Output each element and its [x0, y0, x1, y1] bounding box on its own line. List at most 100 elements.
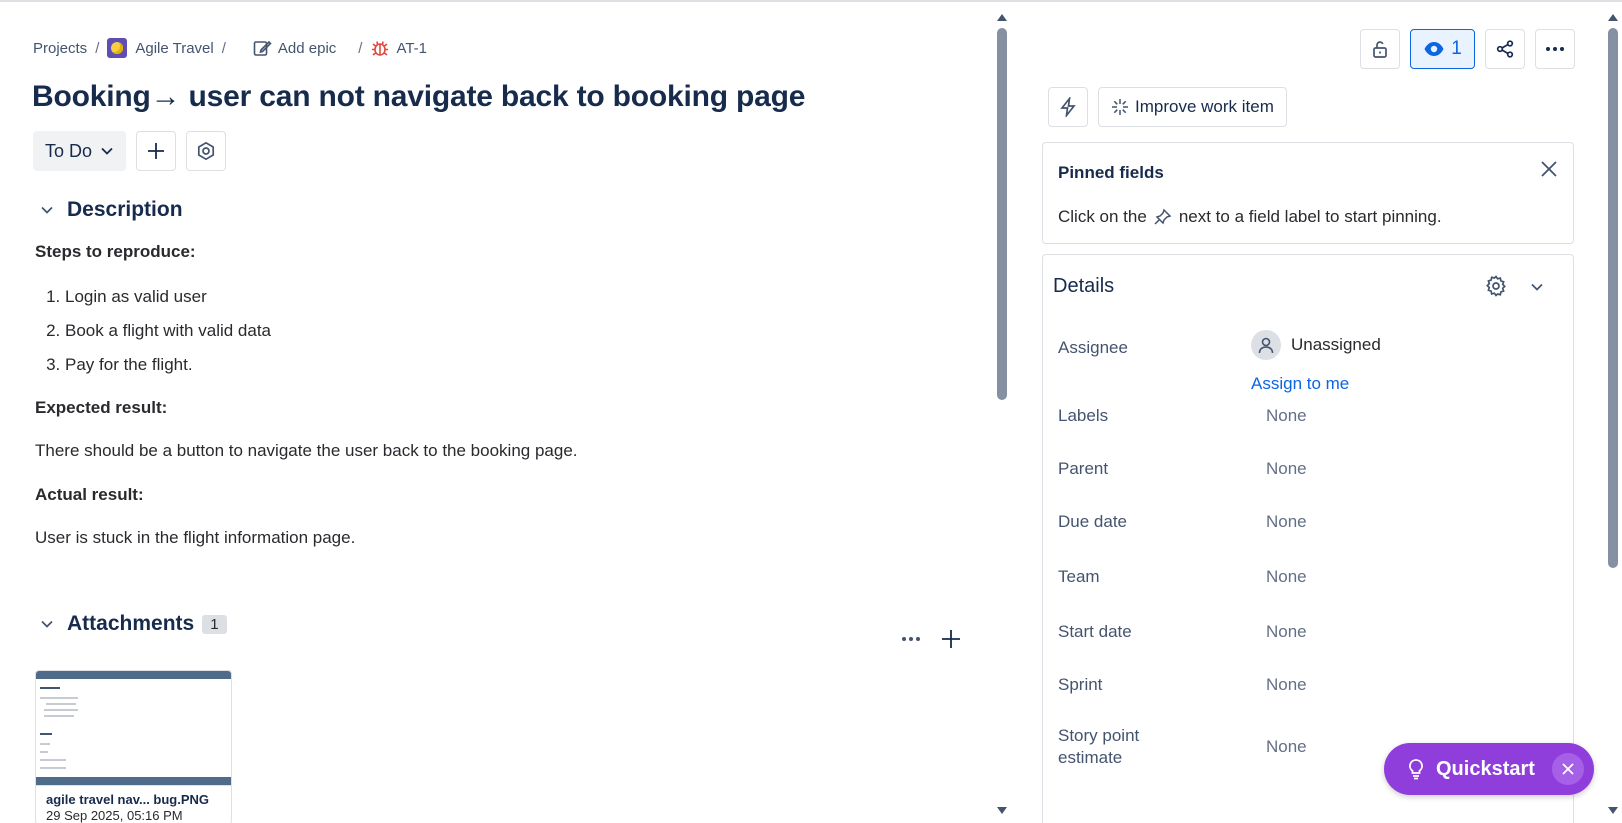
- breadcrumb-separator: /: [95, 39, 100, 57]
- hexagon-settings-icon: [197, 141, 215, 161]
- attachment-card[interactable]: agile travel nav... bug.PNG 29 Sep 2025,…: [35, 670, 232, 823]
- field-label: Labels: [1058, 406, 1109, 425]
- add-epic-button[interactable]: Add epic: [234, 38, 336, 58]
- field-label: Start date: [1058, 622, 1132, 641]
- pinned-fields-message: Click on the next to a field label to st…: [1058, 207, 1442, 227]
- scrollbar-thumb[interactable]: [997, 28, 1007, 400]
- close-icon[interactable]: [1539, 159, 1559, 179]
- field-value[interactable]: None: [1266, 459, 1307, 479]
- breadcrumb-project-label: Agile Travel: [135, 39, 214, 57]
- plus-icon: [148, 143, 165, 159]
- attachments-count-badge: 1: [202, 614, 227, 634]
- field-team[interactable]: Team None: [1058, 567, 1307, 587]
- breadcrumb-issue-key[interactable]: AT-1: [370, 38, 427, 58]
- close-icon: [1562, 763, 1574, 775]
- scroll-up-icon[interactable]: [997, 14, 1007, 21]
- issue-key-label: AT-1: [396, 39, 428, 57]
- steps-heading: Steps to reproduce:: [35, 242, 196, 261]
- lightbulb-icon: [1409, 759, 1423, 780]
- field-label: Due date: [1058, 512, 1127, 531]
- scroll-up-icon[interactable]: [1608, 14, 1618, 21]
- expected-heading: Expected result:: [35, 398, 168, 417]
- field-value[interactable]: None: [1266, 567, 1307, 587]
- list-item: Book a flight with valid data: [65, 319, 271, 353]
- add-attachment-icon[interactable]: [940, 628, 962, 650]
- field-story-points[interactable]: Story point estimate None: [1058, 725, 1307, 769]
- list-item: Login as valid user: [65, 285, 271, 319]
- status-dropdown[interactable]: To Do: [33, 131, 127, 171]
- details-panel: Details Assignee Unassigned Assign to me…: [1042, 254, 1574, 823]
- assignee-value[interactable]: Unassigned Assign to me: [1251, 330, 1381, 394]
- description-header[interactable]: Description: [39, 198, 183, 222]
- actual-heading: Actual result:: [35, 485, 144, 504]
- attachments-heading: Attachments: [67, 612, 195, 635]
- field-due-date[interactable]: Due date None: [1058, 512, 1307, 532]
- attachment-thumbnail: [36, 671, 231, 786]
- breadcrumb-project[interactable]: Agile Travel: [107, 38, 214, 58]
- breadcrumb-separator: /: [358, 39, 363, 57]
- page-title[interactable]: Booking→ user can not navigate back to b…: [32, 80, 805, 114]
- pinned-fields-panel: Pinned fields Click on the next to a fie…: [1042, 142, 1574, 244]
- edit-icon: [253, 40, 272, 56]
- close-quickstart-button[interactable]: [1552, 753, 1584, 785]
- assignee-name: Unassigned: [1291, 335, 1381, 354]
- pinned-message-end: next to a field label to start pinning.: [1178, 207, 1442, 226]
- share-icon: [1496, 40, 1514, 58]
- issue-sidebar: 1 Improve work item Pinned fields Click …: [1020, 2, 1622, 823]
- chevron-down-icon[interactable]: [1529, 279, 1545, 295]
- assignee-picker[interactable]: Unassigned: [1251, 330, 1381, 360]
- improve-work-item-button[interactable]: Improve work item: [1098, 87, 1287, 127]
- avatar: [1251, 330, 1281, 360]
- bug-icon: [372, 41, 389, 56]
- gear-icon[interactable]: [1485, 275, 1507, 297]
- add-epic-label: Add epic: [277, 39, 337, 57]
- steps-list: Login as valid user Book a flight with v…: [65, 285, 271, 387]
- automation-button[interactable]: [1048, 87, 1088, 127]
- field-start-date[interactable]: Start date None: [1058, 622, 1307, 642]
- field-label: Story point estimate: [1058, 726, 1140, 767]
- field-sprint[interactable]: Sprint None: [1058, 675, 1307, 695]
- status-toolbar: To Do: [33, 131, 227, 171]
- field-label: Assignee: [1058, 338, 1128, 357]
- user-icon: [1258, 337, 1274, 354]
- more-actions-button[interactable]: [1535, 29, 1575, 69]
- field-value[interactable]: None: [1266, 512, 1307, 532]
- improve-label: Improve work item: [1135, 97, 1274, 116]
- field-value[interactable]: None: [1266, 622, 1307, 642]
- scroll-down-icon[interactable]: [997, 807, 1007, 814]
- attachments-header[interactable]: Attachments 1: [39, 612, 227, 636]
- attachments-actions: [900, 628, 962, 650]
- breadcrumb-separator: /: [221, 39, 226, 57]
- expected-text: There should be a button to navigate the…: [35, 441, 578, 460]
- scrollbar-thumb[interactable]: [1608, 28, 1618, 568]
- sparkle-icon: [1112, 99, 1128, 115]
- chevron-down-icon: [101, 147, 113, 155]
- unlock-icon: [1373, 41, 1387, 58]
- description-heading: Description: [67, 198, 183, 221]
- apps-button[interactable]: [186, 131, 227, 171]
- restrictions-button[interactable]: [1360, 29, 1400, 69]
- assign-to-me-link[interactable]: Assign to me: [1251, 374, 1381, 394]
- scroll-down-icon[interactable]: [1608, 807, 1618, 814]
- breadcrumb: Projects / Agile Travel / Add epic / AT-…: [33, 38, 427, 58]
- field-value[interactable]: None: [1266, 736, 1307, 758]
- pinned-message-start: Click on the: [1058, 207, 1147, 226]
- quickstart-button[interactable]: Quickstart: [1384, 743, 1594, 795]
- details-title[interactable]: Details: [1053, 275, 1114, 298]
- chevron-down-icon: [41, 206, 53, 214]
- field-labels[interactable]: Labels None: [1058, 406, 1307, 426]
- field-value[interactable]: None: [1266, 406, 1307, 426]
- more-icon: [1546, 47, 1564, 51]
- field-value[interactable]: None: [1266, 675, 1307, 695]
- field-parent[interactable]: Parent None: [1058, 459, 1307, 479]
- sidebar-scrollbar[interactable]: [1606, 10, 1620, 820]
- add-button[interactable]: [136, 131, 177, 171]
- breadcrumb-projects[interactable]: Projects: [33, 40, 87, 57]
- watch-button[interactable]: 1: [1410, 29, 1475, 69]
- project-avatar-icon: [107, 38, 128, 58]
- lightning-icon: [1060, 97, 1076, 117]
- main-scrollbar[interactable]: [995, 10, 1009, 820]
- share-button[interactable]: [1485, 29, 1525, 69]
- watch-count: 1: [1451, 38, 1462, 59]
- more-icon[interactable]: [900, 628, 922, 650]
